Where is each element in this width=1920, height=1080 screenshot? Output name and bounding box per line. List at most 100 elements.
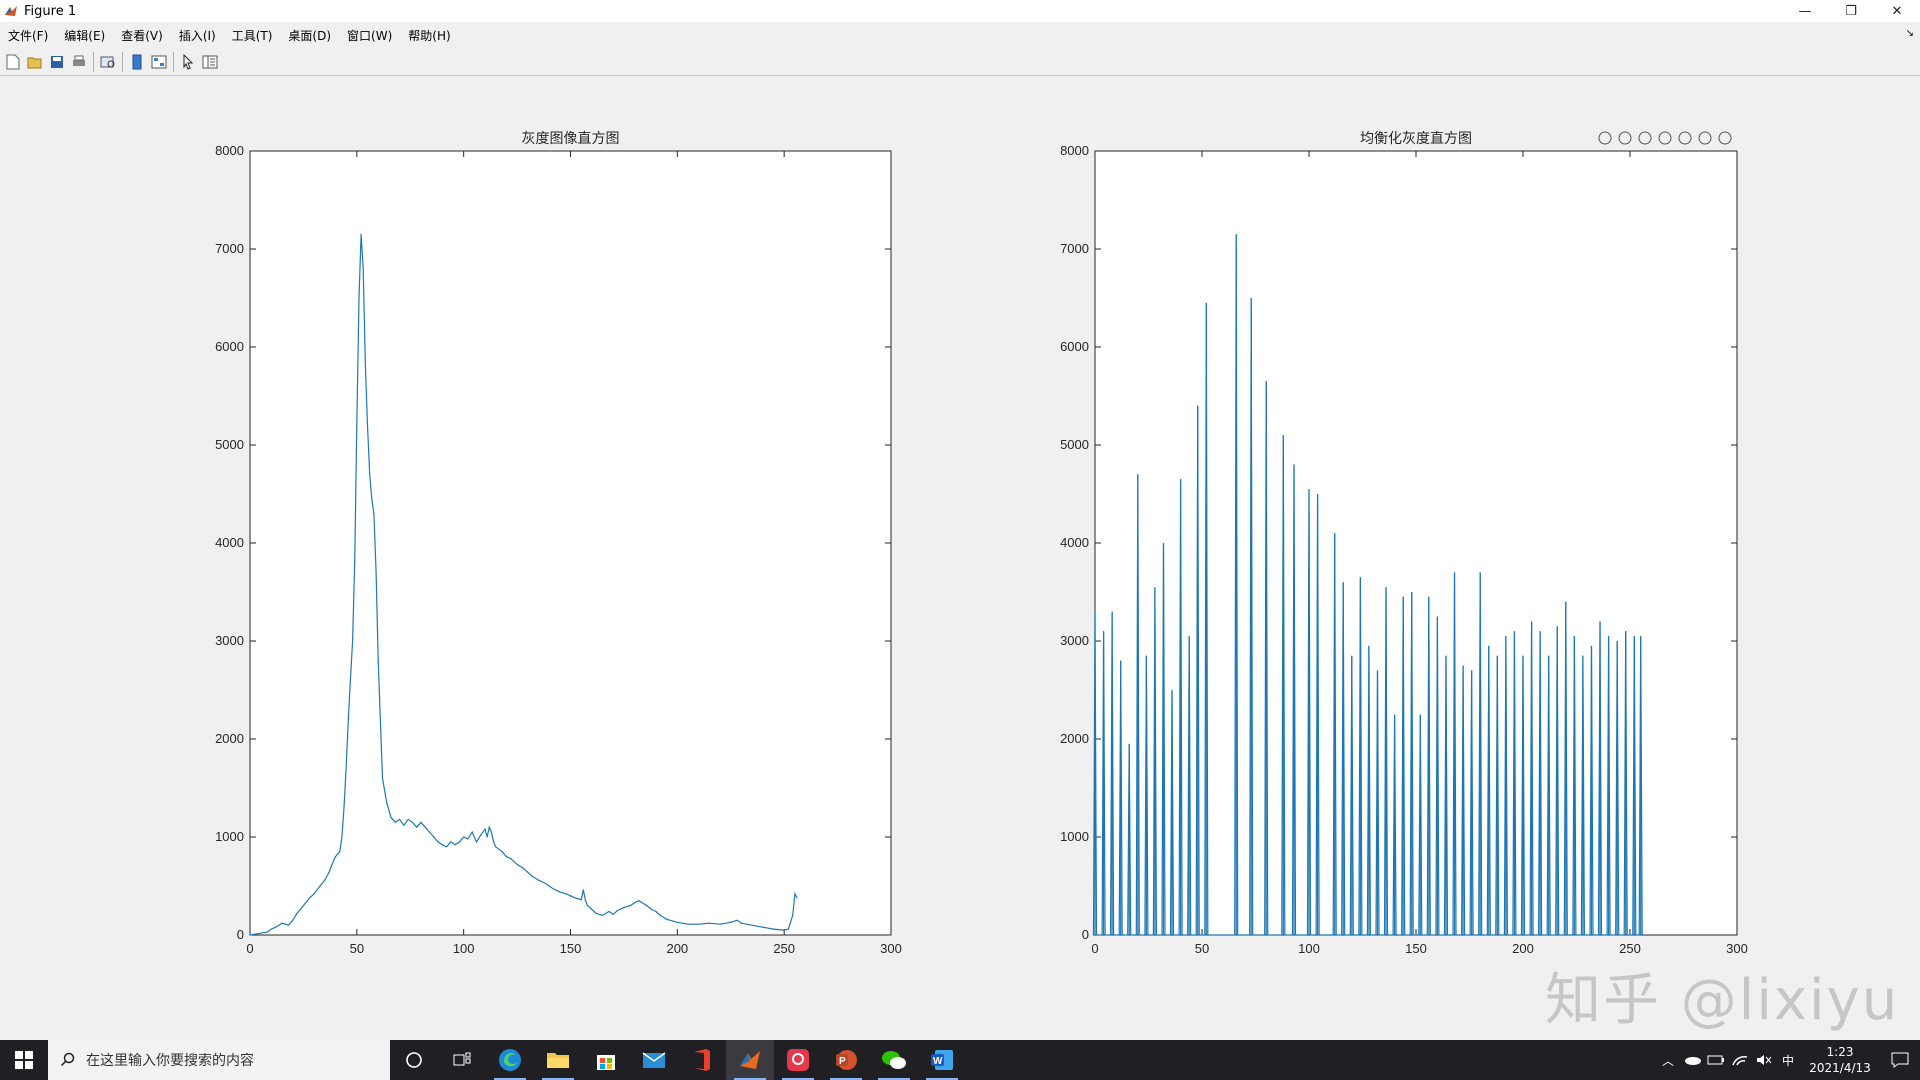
wechat-icon[interactable] <box>870 1040 918 1080</box>
data-point <box>296 912 298 915</box>
menu-view[interactable]: 查看(V) <box>113 27 171 44</box>
data-point <box>480 834 482 836</box>
edit-plot-icon[interactable] <box>177 51 199 73</box>
volume-muted-icon[interactable] <box>1752 1040 1776 1080</box>
home-icon[interactable] <box>1718 131 1732 145</box>
y-tick-label: 6000 <box>215 339 244 354</box>
data-point <box>651 908 653 911</box>
data-point <box>501 851 503 853</box>
data-point <box>638 900 640 902</box>
mail-icon[interactable] <box>630 1040 678 1080</box>
store-icon[interactable] <box>582 1040 630 1080</box>
cortana-icon[interactable] <box>390 1040 438 1080</box>
windows-start-icon[interactable] <box>0 1040 48 1080</box>
data-point <box>330 865 332 868</box>
y-tick-label: 5000 <box>1060 437 1089 452</box>
y-tick-label: 3000 <box>215 633 244 648</box>
data-point <box>582 889 584 891</box>
data-point <box>676 921 678 923</box>
data-point <box>591 908 593 911</box>
data-point <box>373 513 375 515</box>
data-point <box>377 660 379 662</box>
zoom-in-icon[interactable] <box>1678 131 1692 145</box>
task-view-icon[interactable] <box>438 1040 486 1080</box>
data-point <box>608 910 610 913</box>
menu-tools[interactable]: 工具(T) <box>224 27 281 44</box>
word-icon[interactable]: W <box>918 1040 966 1080</box>
close-button[interactable]: ✕ <box>1874 0 1920 22</box>
data-point <box>334 856 337 858</box>
file-explorer-icon[interactable] <box>534 1040 582 1080</box>
data-point <box>349 679 352 681</box>
office-icon[interactable] <box>678 1040 726 1080</box>
pan-icon[interactable] <box>1658 131 1672 145</box>
data-point <box>281 922 283 924</box>
data-point <box>249 934 251 936</box>
print-preview-icon[interactable] <box>97 51 119 73</box>
data-point <box>416 826 418 828</box>
powerpoint-icon[interactable]: P <box>822 1040 870 1080</box>
open-file-icon[interactable] <box>24 51 46 73</box>
property-inspector-icon[interactable] <box>148 51 170 73</box>
ime-indicator[interactable]: 中 <box>1776 1040 1800 1080</box>
onedrive-icon[interactable] <box>1680 1040 1704 1080</box>
data-point <box>762 926 764 928</box>
link-plot-icon[interactable] <box>126 51 148 73</box>
data-point <box>548 885 550 887</box>
data-point <box>345 767 347 770</box>
data-point <box>751 924 753 926</box>
menu-insert[interactable]: 插入(I) <box>171 27 224 44</box>
notification-icon[interactable] <box>1880 1052 1920 1068</box>
new-figure-icon[interactable] <box>2 51 24 73</box>
zoom-out-icon[interactable] <box>1698 131 1712 145</box>
chevron-up-icon[interactable]: ︿ <box>1656 1040 1680 1080</box>
menu-file[interactable]: 文件(F) <box>0 27 56 44</box>
data-point <box>375 571 377 574</box>
pdf-icon[interactable] <box>774 1040 822 1080</box>
minimize-button[interactable]: — <box>1782 0 1828 22</box>
restore-button[interactable]: ❐ <box>1828 0 1874 22</box>
data-point <box>544 882 546 884</box>
y-tick-label: 8000 <box>1060 143 1089 158</box>
data-point <box>772 928 775 930</box>
menu-desktop[interactable]: 桌面(D) <box>280 27 339 44</box>
menu-help[interactable]: 帮助(H) <box>400 27 458 44</box>
data-point <box>411 821 413 823</box>
data-point <box>454 844 456 846</box>
data-point <box>343 807 345 809</box>
taskbar-clock[interactable]: 1:23 2021/4/13 <box>1800 1044 1880 1076</box>
x-tick-label: 300 <box>1726 941 1748 956</box>
data-point <box>354 562 356 564</box>
data-point <box>270 928 272 930</box>
brush-icon[interactable] <box>1618 131 1632 145</box>
battery-icon[interactable] <box>1704 1040 1728 1080</box>
data-point <box>362 268 364 270</box>
data-point <box>339 851 341 853</box>
data-point <box>794 893 796 895</box>
print-icon[interactable] <box>68 51 90 73</box>
svg-text:W: W <box>933 1056 943 1067</box>
y-tick-label: 4000 <box>215 535 244 550</box>
data-point <box>381 777 384 779</box>
menu-window[interactable]: 窗口(W) <box>339 27 400 44</box>
taskbar-search-box[interactable]: 在这里输入你要搜索的内容 <box>48 1040 390 1080</box>
data-point <box>356 424 358 426</box>
data-point <box>687 923 689 925</box>
edge-icon[interactable] <box>486 1040 534 1080</box>
export-icon[interactable] <box>1598 131 1612 145</box>
data-point <box>450 841 452 843</box>
x-tick-label: 250 <box>1619 941 1641 956</box>
data-point <box>505 856 507 858</box>
matlab-icon[interactable] <box>726 1040 774 1080</box>
chart-title-1: 灰度图像直方图 <box>522 130 620 146</box>
x-tick-label: 300 <box>880 941 902 956</box>
x-tick-label: 200 <box>1512 941 1534 956</box>
plot-browser-icon[interactable] <box>199 51 221 73</box>
save-icon[interactable] <box>46 51 68 73</box>
menu-edit[interactable]: 编辑(E) <box>56 27 113 44</box>
data-point <box>309 897 311 899</box>
dock-arrow-icon[interactable]: ↘ <box>1906 28 1914 39</box>
datatip-icon[interactable] <box>1638 131 1652 145</box>
wifi-icon[interactable] <box>1728 1040 1752 1080</box>
figure-canvas: 0 50 100 150 200 250 300 0 1000 2000 3000 4000 5000 6… <box>0 77 1920 1040</box>
